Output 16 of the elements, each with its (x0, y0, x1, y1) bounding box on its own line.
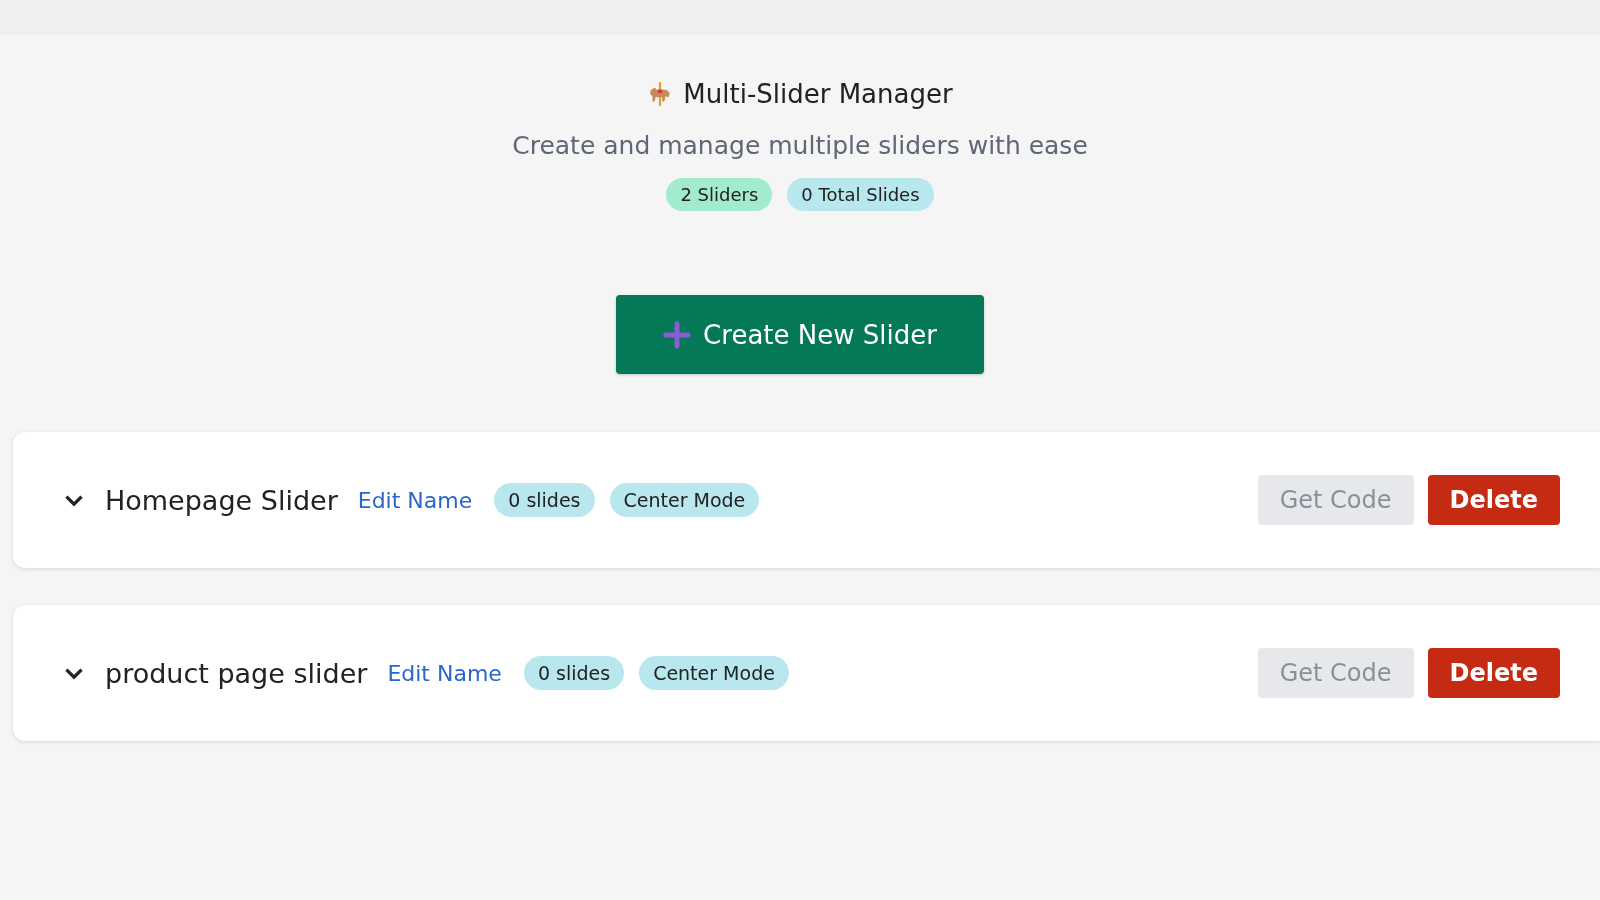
slider-tag: 0 slides (494, 483, 595, 517)
edit-name-link[interactable]: Edit Name (357, 487, 473, 513)
slider-tag: 0 slides (523, 656, 625, 690)
slider-name: product page slider (105, 657, 368, 689)
delete-button[interactable]: Delete (1427, 648, 1560, 698)
slider-tag: Center Mode (639, 656, 789, 690)
page-subtitle: Create and manage multiple sliders with ease (512, 131, 1088, 160)
plus-icon (663, 320, 692, 349)
slider-name: Homepage Slider (105, 484, 338, 516)
delete-button[interactable]: Delete (1427, 475, 1560, 525)
count-badge: 2 Sliders (666, 178, 773, 211)
create-slider-button[interactable]: Create New Slider (616, 295, 984, 374)
page-title: Multi-Slider Manager (683, 79, 953, 109)
slider-tag: Center Mode (609, 483, 760, 517)
edit-name-link[interactable]: Edit Name (387, 660, 502, 686)
count-badge: 0 Total Slides (787, 178, 934, 211)
